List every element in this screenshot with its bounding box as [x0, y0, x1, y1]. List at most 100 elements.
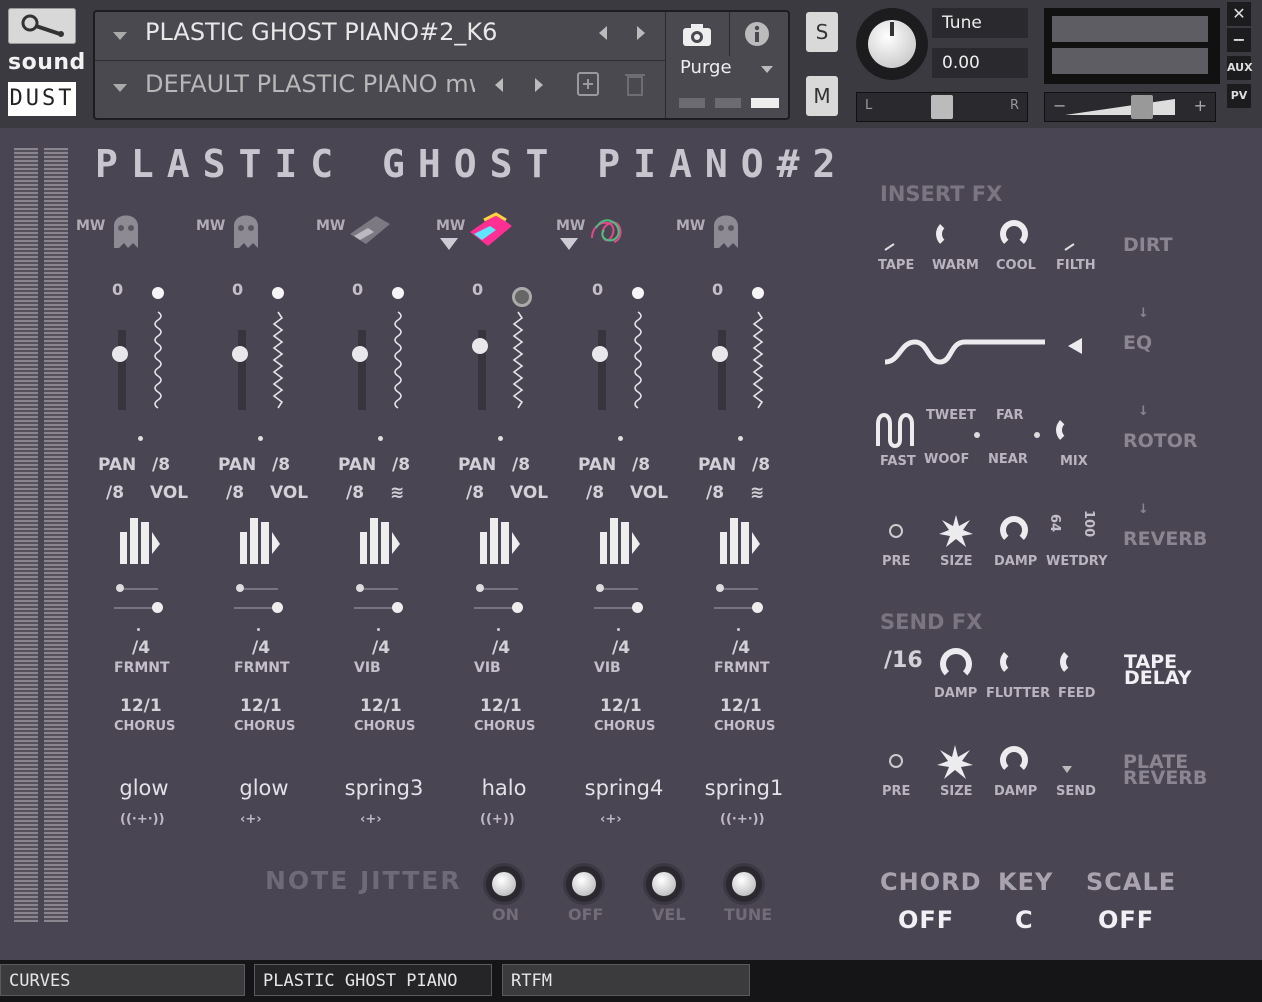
channel-select-dot[interactable] [752, 287, 764, 299]
lfo-division[interactable]: /4 [252, 638, 270, 658]
aux-button[interactable]: AUX [1227, 56, 1253, 80]
cool-knob[interactable] [1000, 220, 1028, 248]
channel-div-top[interactable]: /8 [512, 455, 530, 475]
chevron-down-icon[interactable] [113, 32, 127, 40]
plate-size-star-icon[interactable] [936, 744, 974, 782]
channel-bars-icon[interactable] [238, 514, 290, 570]
tangle-icon[interactable] [586, 208, 636, 258]
channel-width-icon[interactable]: ((+)) [480, 812, 515, 827]
channel-slider-a[interactable] [236, 584, 244, 592]
channel-preset[interactable]: glow [204, 776, 324, 800]
instrument-name[interactable]: PLASTIC GHOST PIANO#2_K6 [145, 18, 497, 46]
channel-transpose[interactable]: 0 [352, 280, 363, 299]
channel-width-icon[interactable]: ‹+› [600, 812, 622, 827]
channel-mod-target[interactable]: VOL [510, 483, 548, 503]
lfo-division[interactable]: /4 [612, 638, 630, 658]
channel-slider-a[interactable] [476, 584, 484, 592]
channel-pan-label[interactable]: PAN [338, 455, 376, 475]
channel-div-bottom[interactable]: /8 [706, 483, 724, 503]
channel-preset[interactable]: halo [444, 776, 564, 800]
channel-bars-icon[interactable] [118, 514, 170, 570]
feed-knob[interactable] [1060, 648, 1088, 676]
key-value[interactable]: C [1015, 906, 1034, 934]
reverb-size-star-icon[interactable] [938, 514, 974, 550]
tape-knob[interactable] [882, 238, 898, 254]
channel-select-dot[interactable] [512, 287, 532, 307]
chorus-value[interactable]: 12/1 [720, 696, 762, 716]
prev-preset-icon[interactable] [495, 78, 503, 92]
pink-piano-icon[interactable] [466, 208, 516, 258]
minimize-button[interactable]: − [1227, 28, 1251, 52]
chevron-down-icon[interactable] [113, 84, 127, 92]
chevron-down-icon[interactable] [761, 66, 773, 73]
channel-fader-handle[interactable] [232, 346, 248, 362]
channel-transpose[interactable]: 0 [232, 280, 243, 299]
chorus-value[interactable]: 12/1 [480, 696, 522, 716]
channel-slider-b[interactable] [752, 602, 763, 613]
channel-pan-label[interactable]: PAN [578, 455, 616, 475]
channel-preset[interactable]: spring1 [684, 776, 804, 800]
pan-slider[interactable]: L R [856, 92, 1028, 122]
rotor-mix-knob[interactable] [1056, 416, 1084, 444]
channel-bars-icon[interactable] [478, 514, 530, 570]
reverb-pre-button[interactable] [889, 524, 903, 538]
channel-pan-label[interactable]: PAN [218, 455, 256, 475]
channel-slider-b[interactable] [152, 602, 163, 613]
reverb-label[interactable]: REVERB [1123, 528, 1207, 550]
channel-bars-icon[interactable] [718, 514, 770, 570]
channel-fader-handle[interactable] [712, 346, 728, 362]
lfo-type[interactable]: VIB [474, 660, 501, 676]
lfo-type[interactable]: VIB [594, 660, 621, 676]
channel-preset[interactable]: spring4 [564, 776, 684, 800]
channel-fader-handle[interactable] [472, 338, 488, 354]
channel-slider-a[interactable] [596, 584, 604, 592]
close-button[interactable]: ✕ [1227, 2, 1251, 26]
plate-reverb-label[interactable]: PLATE REVERB [1123, 753, 1207, 788]
tab-curves[interactable]: CURVES [0, 964, 245, 996]
volume-handle[interactable] [1131, 95, 1153, 119]
ghost-icon[interactable] [706, 208, 756, 258]
warm-knob[interactable] [936, 220, 964, 248]
channel-div-bottom[interactable]: /8 [106, 483, 124, 503]
channel-select-dot[interactable] [152, 287, 164, 299]
delete-icon[interactable] [623, 70, 647, 98]
lfo-type[interactable]: FRMNT [234, 660, 290, 676]
tab-plastic-ghost-piano[interactable]: PLASTIC GHOST PIANO [254, 964, 492, 996]
channel-transpose[interactable]: 0 [112, 280, 123, 299]
chorus-value[interactable]: 12/1 [600, 696, 642, 716]
channel-transpose[interactable]: 0 [712, 280, 723, 299]
info-icon[interactable] [743, 20, 771, 48]
near-far-dot[interactable] [1034, 432, 1040, 438]
reverb-damp-knob[interactable] [1000, 516, 1028, 544]
channel-mod-target[interactable]: VOL [270, 483, 308, 503]
mute-button[interactable]: M [806, 76, 838, 116]
jitter-tune-knob[interactable] [726, 866, 762, 902]
jitter-off-knob[interactable] [566, 866, 602, 902]
channel-div-bottom[interactable]: /8 [466, 483, 484, 503]
plate-pre-button[interactable] [889, 754, 903, 768]
channel-div-top[interactable]: /8 [752, 455, 770, 475]
channel-transpose[interactable]: 0 [592, 280, 603, 299]
solo-button[interactable]: S [806, 12, 838, 52]
jitter-vel-knob[interactable] [646, 866, 682, 902]
channel-div-bottom[interactable]: /8 [346, 483, 364, 503]
lfo-type[interactable]: FRMNT [714, 660, 770, 676]
tune-knob[interactable] [856, 8, 928, 80]
plate-send-knob[interactable] [1060, 764, 1074, 776]
channel-preset[interactable]: glow [84, 776, 204, 800]
filth-knob[interactable] [1062, 238, 1078, 254]
instrument-row[interactable]: PLASTIC GHOST PIANO#2_K6 [95, 12, 665, 62]
camera-icon[interactable] [681, 22, 713, 48]
purge-dropdown[interactable]: Purge [680, 57, 732, 78]
flutter-knob[interactable] [1000, 648, 1028, 676]
lfo-type[interactable]: VIB [354, 660, 381, 676]
rotor-label[interactable]: ROTOR [1123, 430, 1198, 452]
tune-value[interactable]: 0.00 [932, 48, 1028, 78]
channel-slider-a[interactable] [716, 584, 724, 592]
channel-div-bottom[interactable]: /8 [586, 483, 604, 503]
channel-slider-a[interactable] [356, 584, 364, 592]
eq-curve[interactable] [880, 328, 1100, 372]
channel-fader-handle[interactable] [352, 346, 368, 362]
channel-slider-b[interactable] [272, 602, 283, 613]
channel-slider-a[interactable] [116, 584, 124, 592]
